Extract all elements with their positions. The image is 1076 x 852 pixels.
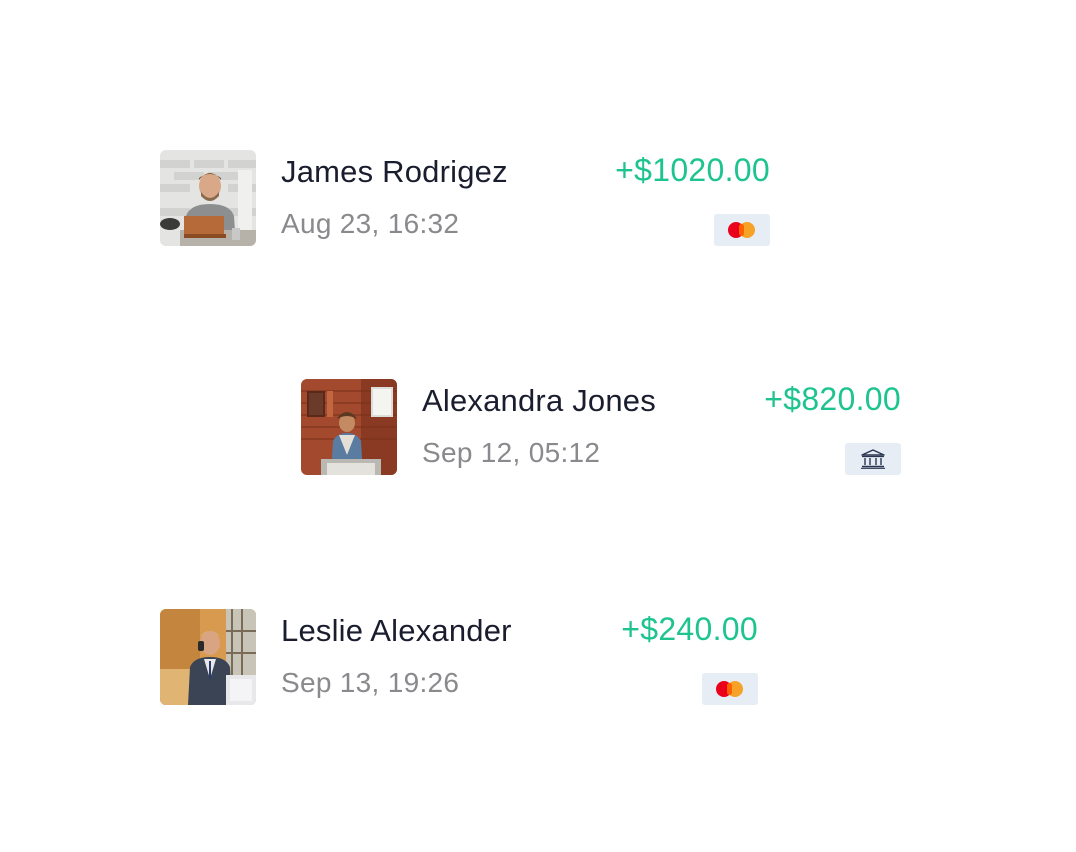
avatar [301,379,397,475]
transaction-date: Sep 12, 05:12 [422,437,601,468]
payer-name: Alexandra Jones [422,383,656,418]
avatar [160,609,256,705]
transaction-amount: +$820.00 [764,381,901,417]
mastercard-icon [728,222,756,238]
transaction-card[interactable]: Leslie Alexander Sep 13, 19:26 +$240.00 [160,609,758,705]
transaction-card[interactable]: Alexandra Jones Sep 12, 05:12 +$820.00 [301,379,901,475]
bank-icon [861,449,885,469]
payment-method-badge [714,214,770,246]
payer-name: James Rodrigez [281,154,508,189]
payment-method-badge [845,443,901,475]
transactions-canvas: James Rodrigez Aug 23, 16:32 +$1020.00 A… [0,0,1076,852]
payer-name: Leslie Alexander [281,613,512,648]
payment-method-badge [702,673,758,705]
transaction-amount: +$1020.00 [615,152,770,188]
transaction-date: Sep 13, 19:26 [281,667,460,698]
avatar [160,150,256,246]
transaction-amount: +$240.00 [621,611,758,647]
transaction-card[interactable]: James Rodrigez Aug 23, 16:32 +$1020.00 [160,150,770,246]
mastercard-icon [716,681,744,697]
transaction-date: Aug 23, 16:32 [281,208,460,239]
